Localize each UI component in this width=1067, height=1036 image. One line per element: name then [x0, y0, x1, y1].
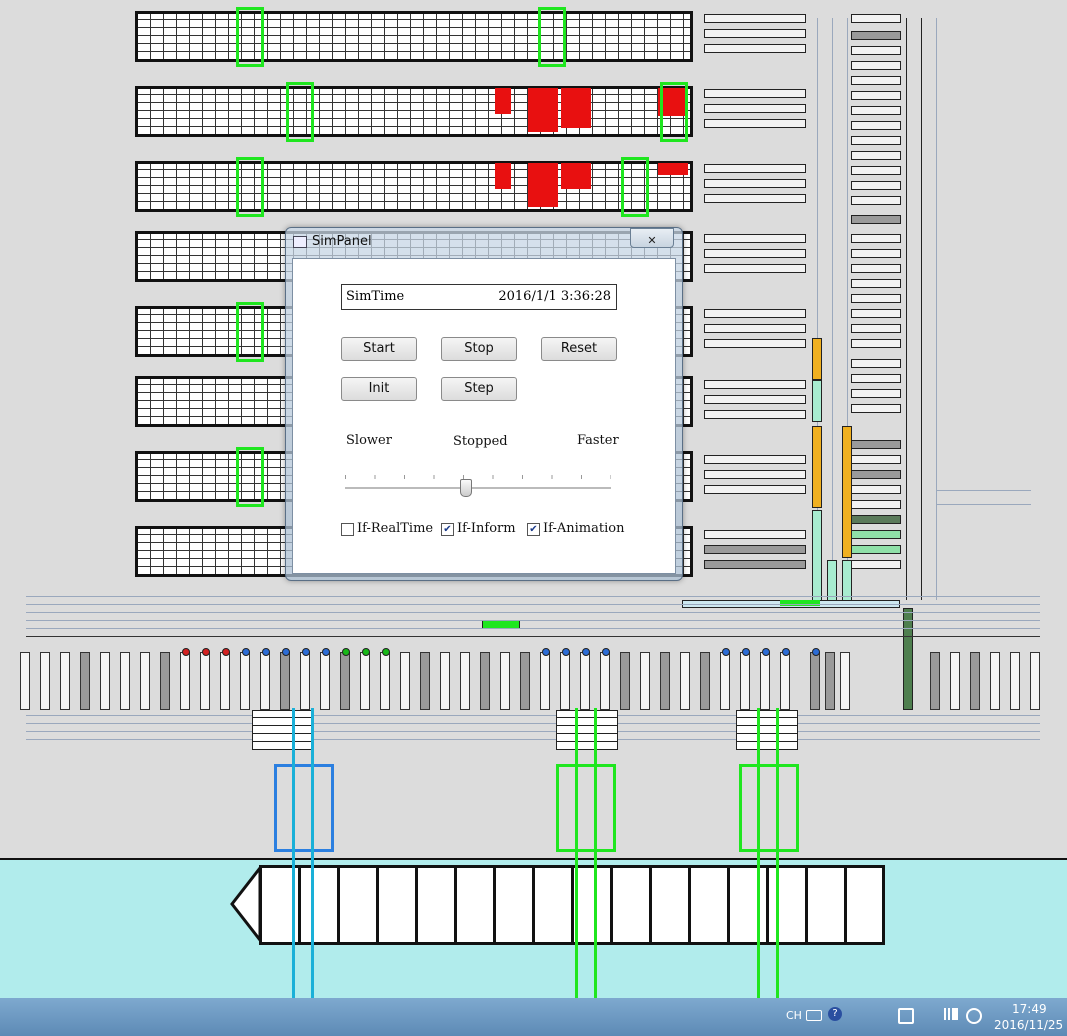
window-title: SimPanel	[312, 234, 372, 249]
agv-path	[842, 426, 852, 558]
yard-crane	[286, 82, 314, 142]
yard-block-1	[135, 11, 693, 62]
simtime-value: 2016/1/1 3:36:28	[498, 289, 611, 304]
agv-path	[812, 510, 822, 602]
speed-status: Stopped	[453, 434, 508, 449]
slower-label: Slower	[346, 433, 392, 448]
yard-crane	[621, 157, 649, 217]
simtime-label: SimTime	[346, 289, 405, 304]
agv-path	[812, 380, 822, 422]
yard-crane	[236, 302, 264, 362]
occupied-containers	[495, 88, 511, 114]
window-icon	[293, 236, 307, 248]
yard-block-2	[135, 86, 693, 137]
yard-crane	[236, 7, 264, 67]
keyboard-icon[interactable]	[806, 1010, 822, 1021]
clock-date[interactable]: 2016/11/25	[994, 1018, 1063, 1032]
occupied-containers	[561, 163, 591, 189]
simpanel-window[interactable]: SimPanel ✕ SimTime 2016/1/1 3:36:28 Star…	[285, 227, 683, 581]
slider-thumb[interactable]	[459, 479, 472, 497]
yard-crane	[236, 157, 264, 217]
buffer-slots-column-a	[704, 14, 806, 574]
close-button[interactable]: ✕	[630, 228, 674, 248]
agv-path	[812, 426, 822, 508]
network-icon[interactable]	[898, 1008, 914, 1024]
clock-time[interactable]: 17:49	[1012, 1002, 1047, 1016]
buffer-slots-column-b	[851, 14, 903, 574]
yard-block-3	[135, 161, 693, 212]
help-icon[interactable]: ?	[828, 1007, 842, 1021]
yard-crane	[236, 447, 264, 507]
slider-ticks	[345, 475, 611, 479]
signal-icon[interactable]	[944, 1008, 958, 1020]
ship-bow	[230, 863, 262, 945]
close-icon: ✕	[647, 234, 657, 247]
realtime-checkbox[interactable]	[341, 523, 354, 536]
quay-crane-boom	[575, 708, 597, 1028]
stop-button[interactable]: Stop	[441, 337, 517, 361]
faster-label: Faster	[577, 433, 619, 448]
occupied-containers	[528, 88, 558, 132]
occupied-containers	[561, 88, 591, 128]
lane-status-dots	[20, 648, 1050, 658]
occupied-containers	[658, 163, 688, 175]
taskbar: CH ? 17:49 2016/11/25	[0, 998, 1067, 1036]
yard-crane	[660, 82, 688, 142]
reset-button[interactable]: Reset	[541, 337, 617, 361]
simtime-box: SimTime 2016/1/1 3:36:28	[341, 284, 617, 310]
ime-indicator[interactable]: CH	[786, 1009, 802, 1022]
slider-track	[345, 487, 611, 490]
animation-label: If-Animation	[543, 521, 625, 536]
realtime-label: If-RealTime	[357, 521, 434, 536]
start-button[interactable]: Start	[341, 337, 417, 361]
ship-hull	[259, 865, 885, 945]
simpanel-client: SimTime 2016/1/1 3:36:28 Start Stop Rese…	[292, 258, 676, 574]
occupied-containers	[495, 163, 511, 189]
yard-crane	[538, 7, 566, 67]
quay-crane-boom	[757, 708, 779, 1028]
agv-path	[812, 338, 822, 380]
quay-crane-boom	[292, 708, 314, 1028]
speed-slider[interactable]	[345, 471, 611, 497]
volume-muted-icon[interactable]	[966, 1008, 982, 1024]
occupied-containers	[528, 163, 558, 207]
init-button[interactable]: Init	[341, 377, 417, 401]
agv-path	[780, 600, 820, 606]
inform-label: If-Inform	[457, 521, 516, 536]
animation-checkbox[interactable]: ✔	[527, 523, 540, 536]
inform-checkbox[interactable]: ✔	[441, 523, 454, 536]
step-button[interactable]: Step	[441, 377, 517, 401]
